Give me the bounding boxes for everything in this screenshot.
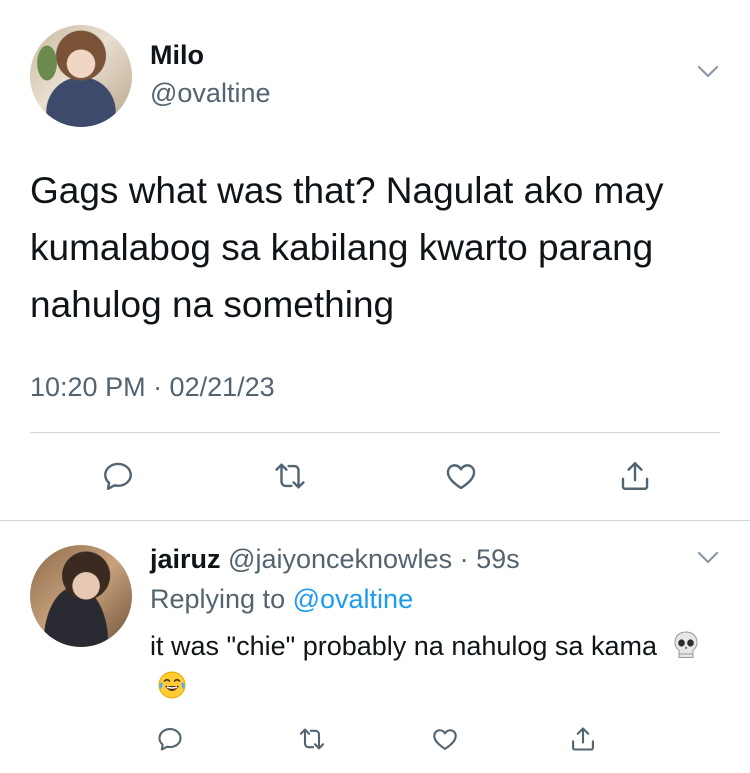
- chevron-down-icon[interactable]: [697, 551, 719, 565]
- main-tweet: Milo @ovaltine Gags what was that? Nagul…: [0, 0, 750, 520]
- retweet-icon: [275, 463, 305, 489]
- share-icon: [621, 462, 649, 490]
- reply-text-content: it was "chie" probably na nahulog sa kam…: [150, 631, 657, 661]
- divider: [30, 432, 720, 433]
- tweet-timestamp[interactable]: 10:20 PM · 02/21/23: [30, 372, 275, 403]
- user-handle[interactable]: @ovaltine: [150, 78, 270, 109]
- chevron-down-icon[interactable]: [697, 65, 719, 79]
- retweet-icon: [299, 728, 325, 750]
- avatar[interactable]: [30, 25, 132, 127]
- reply-icon: [104, 462, 132, 490]
- replying-prefix: Replying to: [150, 584, 286, 614]
- tweet-text: Gags what was that? Nagulat ako may kuma…: [30, 170, 664, 325]
- avatar[interactable]: [30, 545, 132, 647]
- share-icon: [572, 727, 594, 751]
- separator-dot: ·: [452, 544, 477, 574]
- reply-time[interactable]: 59s: [476, 544, 520, 574]
- replying-to: Replying to @ovaltine: [150, 584, 413, 615]
- reply-header: jairuz @jaiyonceknowles · 59s: [150, 544, 520, 575]
- reply-button[interactable]: [98, 456, 138, 496]
- mention-link[interactable]: @ovaltine: [293, 584, 413, 614]
- like-icon: [433, 729, 457, 750]
- reply-button[interactable]: [153, 722, 187, 756]
- retweet-button[interactable]: [295, 722, 329, 756]
- retweet-button[interactable]: [270, 456, 310, 496]
- share-button[interactable]: [615, 456, 655, 496]
- reply-icon: [158, 728, 182, 751]
- reply-display-name[interactable]: jairuz: [150, 544, 221, 574]
- tweet-separator: [0, 520, 750, 521]
- skull-emoji: [674, 631, 698, 658]
- reply-handle[interactable]: @jaiyonceknowles: [228, 544, 452, 574]
- like-button[interactable]: [428, 722, 462, 756]
- share-button[interactable]: [566, 722, 600, 756]
- like-button[interactable]: [441, 456, 481, 496]
- reply-text: it was "chie" probably na nahulog sa kam…: [150, 626, 710, 706]
- like-icon: [446, 464, 476, 490]
- tears-of-joy-emoji: [158, 671, 186, 699]
- display-name[interactable]: Milo: [150, 40, 204, 71]
